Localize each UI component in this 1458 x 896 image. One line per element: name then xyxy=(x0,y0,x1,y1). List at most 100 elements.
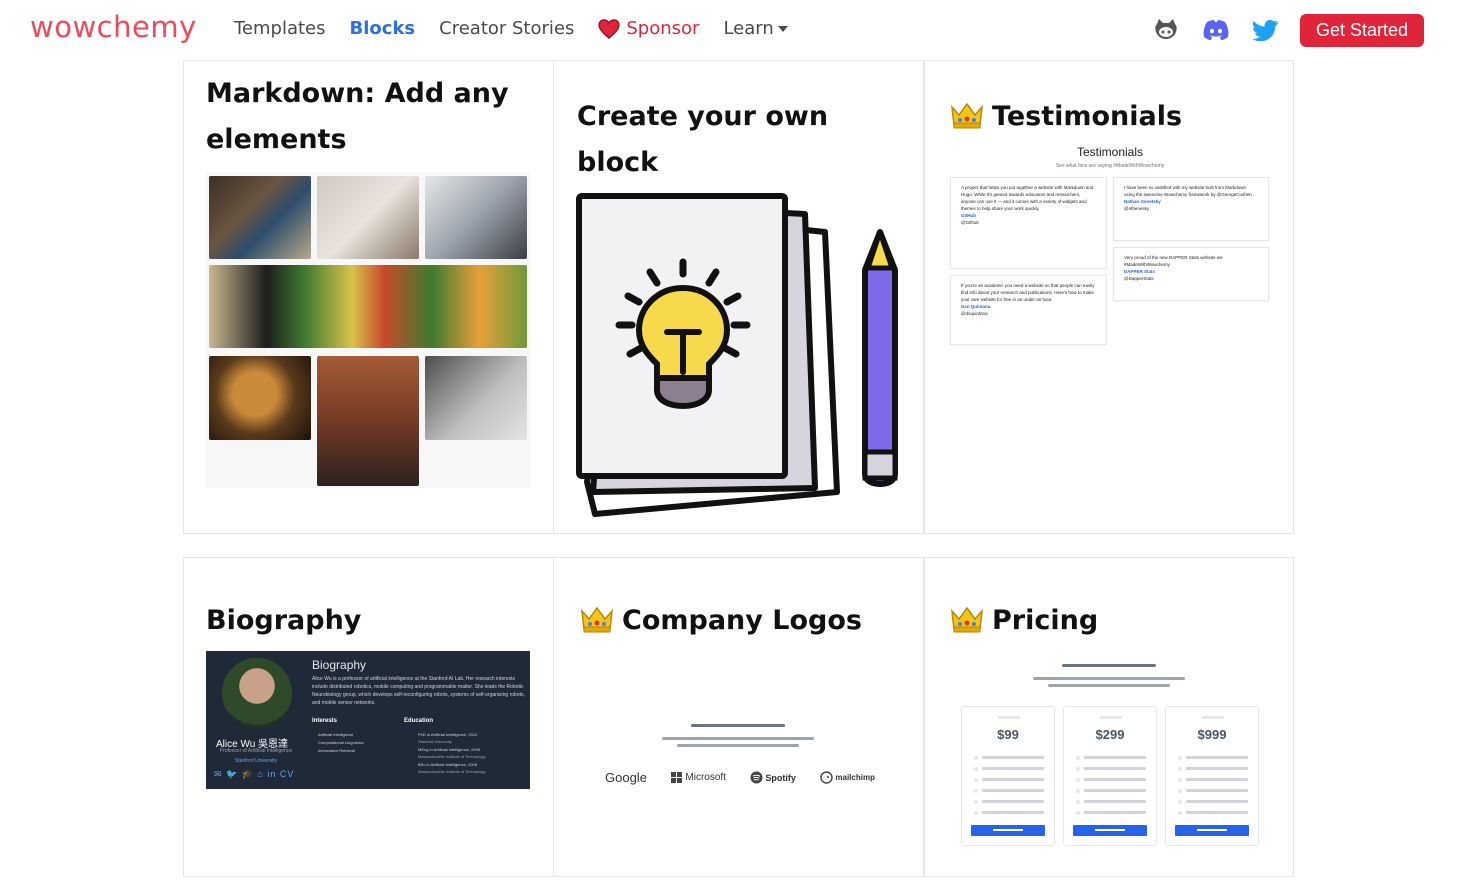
photo-vegetables xyxy=(209,265,527,348)
photo-coffee xyxy=(425,356,527,440)
discord-icon[interactable] xyxy=(1202,17,1230,43)
nav-item-templates[interactable]: Templates xyxy=(234,18,326,39)
mailchimp-label: mailchimp xyxy=(835,773,875,782)
bio-university: Stanford University xyxy=(234,758,278,764)
bio-heading: Biography xyxy=(312,658,367,672)
testimonial-author: DAPPER Stats xyxy=(1124,269,1156,274)
pricing-plan-card: $99 xyxy=(961,706,1055,846)
microsoft-icon xyxy=(671,772,683,783)
photo-waffles xyxy=(209,356,311,440)
heart-icon xyxy=(598,18,621,39)
bio-interests-label: Interests xyxy=(312,718,338,724)
testimonial-author: GitHub xyxy=(961,213,976,218)
feature-bullet xyxy=(1076,767,1080,771)
feature-bullet xyxy=(1076,789,1080,793)
feature-line xyxy=(1186,811,1248,814)
nav-item-learn[interactable]: Learn xyxy=(723,18,788,39)
feature-line xyxy=(1084,789,1146,792)
pricing-title-text: Pricing xyxy=(992,605,1099,636)
nav-item-blocks[interactable]: Blocks xyxy=(350,18,416,39)
pricing-plan-card: $299 xyxy=(1063,706,1157,846)
photo-typing xyxy=(425,176,527,259)
feature-line xyxy=(1084,811,1146,814)
testimonial-card: Very proud of the new DAPPER Stats websi… xyxy=(1113,247,1269,301)
pricing-subheading-placeholder xyxy=(1033,677,1185,680)
pricing-plan-card: $999 xyxy=(1165,706,1259,846)
bio-interest-item: Information Retrieval xyxy=(318,748,355,753)
company-logos-title-text: Company Logos xyxy=(622,605,862,636)
testimonial-handle: @DapperStats xyxy=(1124,276,1154,281)
feature-bullet xyxy=(1178,811,1182,815)
bio-paragraph: Alice Wu is a professor of artificial in… xyxy=(312,676,525,706)
photo-audience xyxy=(317,356,419,486)
plan-select-button xyxy=(1175,825,1249,836)
testimonials-preview-heading: Testimonials xyxy=(1076,145,1144,159)
feature-bullet xyxy=(974,800,978,804)
feature-line xyxy=(1186,800,1248,803)
plan-price: $299 xyxy=(1095,727,1125,742)
bio-education-school: Massachusetts Institute of Technology xyxy=(418,769,486,774)
learn-label: Learn xyxy=(723,18,774,39)
feature-bullet xyxy=(1076,756,1080,760)
feature-line xyxy=(1084,800,1146,803)
crown-icon xyxy=(950,606,984,633)
spotify-logo: Spotify xyxy=(750,771,796,784)
avatar xyxy=(222,658,292,728)
get-started-button[interactable]: Get Started xyxy=(1300,14,1424,47)
brand-logo[interactable]: wowchemy xyxy=(30,10,197,44)
google-logo: Google xyxy=(605,770,647,785)
feature-line xyxy=(1186,767,1248,770)
feature-line xyxy=(982,756,1044,759)
testimonial-text: I have been so satisfied with my website… xyxy=(1124,185,1252,197)
plan-select-button xyxy=(1073,825,1147,836)
github-icon[interactable] xyxy=(1152,17,1180,43)
twitter-icon[interactable] xyxy=(1252,17,1280,43)
testimonial-author: Nathan Genetsky xyxy=(1124,199,1161,204)
plan-name-placeholder xyxy=(998,716,1020,719)
plan-name-placeholder xyxy=(1202,716,1224,719)
testimonial-handle: @ntbenesky xyxy=(1124,206,1150,211)
testimonial-handle: @Github xyxy=(961,220,979,225)
testimonials-title-text: Testimonials xyxy=(992,101,1183,132)
nav-item-sponsor[interactable]: Sponsor xyxy=(598,18,699,39)
company-logo-row: Google Microsoft Spotify mailchimp xyxy=(605,770,875,785)
sponsor-label: Sponsor xyxy=(626,18,700,39)
feature-line xyxy=(1084,778,1146,781)
feature-bullet xyxy=(1178,767,1182,771)
bio-education-label: Education xyxy=(404,718,434,724)
bio-role: Professor of Artificial Intelligence xyxy=(219,748,293,754)
card-title-markdown: Markdown: Add any elements xyxy=(206,78,509,155)
spotify-label: Spotify xyxy=(765,772,796,783)
logos-subheading-placeholder xyxy=(677,744,799,747)
mailchimp-logo: mailchimp xyxy=(820,771,875,784)
feature-bullet xyxy=(974,811,978,815)
microsoft-logo: Microsoft xyxy=(671,772,726,783)
crown-icon xyxy=(950,102,984,129)
feature-bullet xyxy=(974,778,978,782)
feature-bullet xyxy=(1178,800,1182,804)
testimonial-text: Very proud of the new DAPPER Stats websi… xyxy=(1124,255,1223,267)
feature-bullet xyxy=(1178,778,1182,782)
feature-bullet xyxy=(1076,800,1080,804)
plan-price: $999 xyxy=(1197,727,1227,742)
testimonial-handle: @dsquintana xyxy=(961,311,988,316)
plan-select-button xyxy=(971,825,1045,836)
bio-education-school: Stanford University xyxy=(418,739,452,744)
mailchimp-icon xyxy=(820,771,834,784)
nav-item-creator-stories[interactable]: Creator Stories xyxy=(439,18,574,39)
photo-writing xyxy=(317,176,419,259)
bio-education-school: Massachusetts Institute of Technology xyxy=(418,754,486,759)
card-title-biography: Biography xyxy=(206,605,362,636)
feature-bullet xyxy=(1178,756,1182,760)
feature-line xyxy=(1186,789,1248,792)
feature-bullet xyxy=(1076,811,1080,815)
testimonials-preview: Testimonials See what fans are saying #M… xyxy=(950,145,1270,355)
bio-interest-item: Computational Linguistics xyxy=(318,740,364,745)
plan-name-placeholder xyxy=(1100,716,1122,719)
card-title-testimonials: Testimonials xyxy=(950,94,1280,140)
logos-subheading-placeholder xyxy=(662,737,814,740)
testimonial-card: A project that helps you put together a … xyxy=(950,177,1107,269)
feature-line xyxy=(982,789,1044,792)
feature-bullet xyxy=(974,756,978,760)
bio-education-degree: PhD in Artificial Intelligence, 2012 xyxy=(418,732,478,737)
